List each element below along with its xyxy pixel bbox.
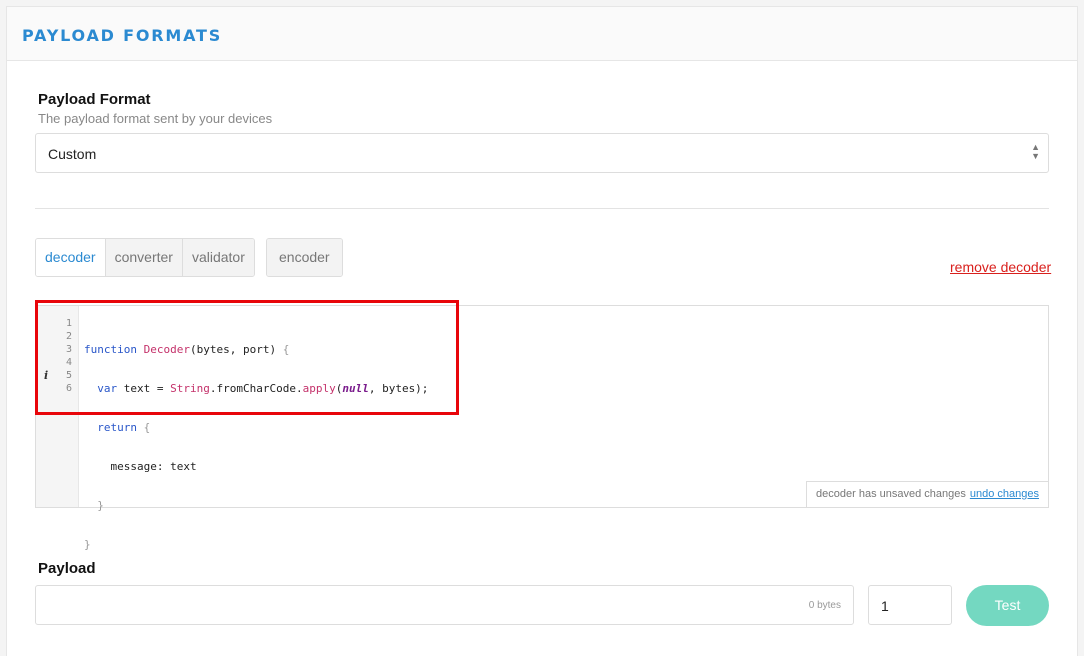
code-line-1: function Decoder(bytes, port) { — [84, 343, 290, 356]
line-number: 2 — [65, 331, 72, 342]
payload-formats-card: PAYLOAD FORMATS Payload Format The paylo… — [6, 6, 1078, 656]
payload-format-label: Payload Format — [38, 91, 151, 108]
payload-format-description: The payload format sent by your devices — [38, 111, 273, 126]
code-line-2: var text = String.fromCharCode.apply(nul… — [97, 382, 429, 395]
section-divider — [35, 208, 1049, 209]
line-number: 1 — [65, 318, 72, 329]
tab-encoder[interactable]: encoder — [267, 239, 342, 276]
payload-input[interactable]: 0 bytes — [35, 585, 854, 625]
tab-validator[interactable]: validator — [182, 239, 254, 276]
tab-converter[interactable]: converter — [105, 239, 183, 276]
code-line-3: return { — [97, 421, 151, 434]
payload-label: Payload — [38, 560, 96, 577]
editor-gutter: 1 2 3 4 5 6 i — [36, 306, 79, 507]
port-input[interactable]: 1 — [868, 585, 952, 625]
payload-format-select[interactable]: Custom ▲ ▼ — [35, 133, 1049, 173]
function-tabs: decoder converter validator — [35, 238, 255, 277]
test-button[interactable]: Test — [966, 585, 1049, 626]
undo-changes-link[interactable]: undo changes — [970, 488, 1039, 500]
line-number: 5 — [65, 370, 72, 381]
page-title: PAYLOAD FORMATS — [22, 26, 223, 45]
line-number: 4 — [65, 357, 72, 368]
select-arrows-icon: ▲ ▼ — [1031, 142, 1040, 161]
port-value: 1 — [881, 598, 889, 614]
code-editor[interactable]: 1 2 3 4 5 6 i function Decoder(bytes, po… — [35, 305, 1049, 551]
code-line-5: } — [97, 499, 104, 512]
info-icon[interactable]: i — [44, 369, 48, 382]
line-number: 3 — [65, 344, 72, 355]
payload-format-selected-value: Custom — [48, 146, 97, 162]
line-number: 6 — [65, 383, 72, 394]
code-content[interactable]: function Decoder(bytes, port) { var text… — [84, 317, 428, 577]
encoder-tabs: encoder — [266, 238, 343, 277]
code-line-4: message: text — [84, 460, 197, 473]
payload-byte-count: 0 bytes — [808, 600, 841, 611]
unsaved-changes-notice: decoder has unsaved changes undo changes — [806, 481, 1048, 507]
code-line-6: } — [84, 538, 91, 551]
remove-decoder-link[interactable]: remove decoder — [950, 259, 1051, 275]
tab-decoder[interactable]: decoder — [36, 239, 106, 276]
unsaved-changes-text: decoder has unsaved changes — [816, 488, 966, 500]
card-header: PAYLOAD FORMATS — [7, 7, 1077, 61]
